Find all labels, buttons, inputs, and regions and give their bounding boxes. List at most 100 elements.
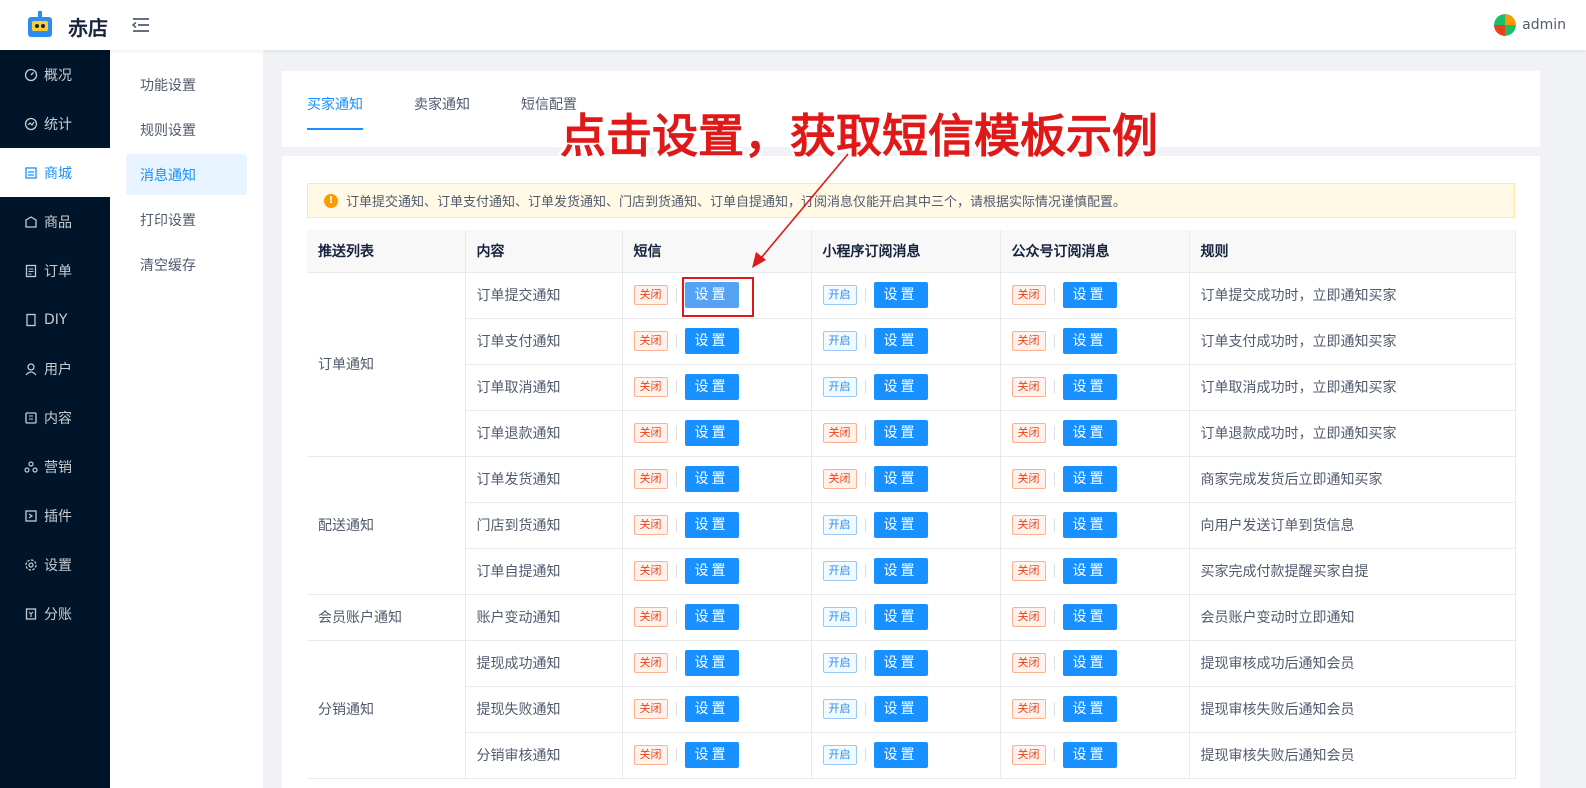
status-badge[interactable]: 关闭 [1011, 745, 1046, 765]
content-cell: 门店到货通知 [465, 502, 623, 549]
tab-buyer-notify[interactable]: 买家通知 [307, 94, 363, 130]
setting-button[interactable]: 设置 [684, 512, 739, 538]
setting-button[interactable]: 设置 [873, 742, 928, 768]
official-account-cell: 关闭 设置 [1000, 594, 1190, 641]
status-badge[interactable]: 关闭 [1011, 423, 1046, 443]
setting-button[interactable]: 设置 [684, 650, 739, 676]
status-badge[interactable]: 关闭 [633, 285, 668, 305]
setting-button[interactable]: 设置 [1062, 558, 1117, 584]
store-icon [24, 166, 38, 180]
status-badge[interactable]: 关闭 [633, 745, 668, 765]
divider [675, 610, 677, 624]
status-badge[interactable]: 关闭 [1011, 561, 1046, 581]
status-badge[interactable]: 关闭 [1011, 469, 1046, 489]
status-badge[interactable]: 开启 [822, 331, 857, 351]
status-badge[interactable]: 关闭 [822, 423, 857, 443]
status-badge[interactable]: 关闭 [633, 653, 668, 673]
gear-icon [24, 558, 38, 572]
status-badge[interactable]: 关闭 [633, 331, 668, 351]
setting-button[interactable]: 设置 [1062, 420, 1117, 446]
tab-seller-notify[interactable]: 卖家通知 [414, 94, 470, 130]
submenu-item-notifications[interactable]: 消息通知 [126, 154, 247, 195]
submenu-item-rule-settings[interactable]: 规则设置 [126, 109, 247, 150]
setting-button[interactable]: 设置 [684, 328, 739, 354]
setting-button[interactable]: 设置 [684, 420, 739, 446]
sidebar-item-marketing[interactable]: 营销 [0, 442, 110, 491]
submenu-item-print-settings[interactable]: 打印设置 [126, 199, 247, 240]
setting-button[interactable]: 设置 [1062, 328, 1117, 354]
status-badge[interactable]: 开启 [822, 561, 857, 581]
setting-button[interactable]: 设置 [873, 604, 928, 630]
setting-button[interactable]: 设置 [1062, 282, 1117, 308]
setting-button[interactable]: 设置 [1062, 650, 1117, 676]
setting-button[interactable]: 设置 [684, 558, 739, 584]
status-badge[interactable]: 关闭 [1011, 377, 1046, 397]
setting-button[interactable]: 设置 [873, 650, 928, 676]
status-badge[interactable]: 关闭 [633, 423, 668, 443]
rule-cell: 商家完成发货后立即通知买家 [1189, 456, 1516, 503]
sidebar-item-store[interactable]: 商城 [0, 148, 110, 197]
divider [864, 656, 866, 670]
sidebar-item-plugins[interactable]: 插件 [0, 491, 110, 540]
setting-button[interactable]: 设置 [684, 466, 739, 492]
status-badge[interactable]: 开启 [822, 377, 857, 397]
setting-button[interactable]: 设置 [1062, 374, 1117, 400]
status-badge[interactable]: 关闭 [633, 561, 668, 581]
status-badge[interactable]: 关闭 [633, 607, 668, 627]
status-badge[interactable]: 关闭 [1011, 607, 1046, 627]
divider [1053, 334, 1055, 348]
status-badge[interactable]: 关闭 [1011, 653, 1046, 673]
status-badge[interactable]: 关闭 [633, 699, 668, 719]
setting-button[interactable]: 设置 [873, 420, 928, 446]
setting-button[interactable]: 设置 [873, 512, 928, 538]
setting-button[interactable]: 设置 [873, 328, 928, 354]
setting-button[interactable]: 设置 [873, 696, 928, 722]
status-badge[interactable]: 关闭 [633, 469, 668, 489]
user-menu[interactable]: admin [1494, 14, 1566, 36]
status-badge[interactable]: 开启 [822, 653, 857, 673]
setting-button[interactable]: 设置 [1062, 742, 1117, 768]
setting-button[interactable]: 设置 [684, 742, 739, 768]
setting-button[interactable]: 设置 [684, 604, 739, 630]
submenu-item-function-settings[interactable]: 功能设置 [126, 64, 247, 105]
setting-button[interactable]: 设置 [1062, 696, 1117, 722]
setting-button[interactable]: 设置 [684, 374, 739, 400]
setting-button[interactable]: 设置 [873, 374, 928, 400]
submenu-item-clear-cache[interactable]: 清空缓存 [126, 244, 247, 285]
divider [1053, 288, 1055, 302]
setting-button[interactable]: 设置 [873, 282, 928, 308]
status-badge[interactable]: 关闭 [1011, 285, 1046, 305]
setting-button[interactable]: 设置 [1062, 604, 1117, 630]
sidebar-item-stats[interactable]: 统计 [0, 99, 110, 148]
status-badge[interactable]: 关闭 [1011, 699, 1046, 719]
setting-button[interactable]: 设置 [873, 558, 928, 584]
sidebar-item-content[interactable]: 内容 [0, 393, 110, 442]
status-badge[interactable]: 开启 [822, 285, 857, 305]
sidebar-item-overview[interactable]: 概况 [0, 50, 110, 99]
menu-collapse-icon[interactable] [131, 15, 151, 35]
sidebar-item-goods[interactable]: 商品 [0, 197, 110, 246]
status-badge[interactable]: 关闭 [633, 377, 668, 397]
status-badge[interactable]: 开启 [822, 745, 857, 765]
status-badge[interactable]: 关闭 [1011, 515, 1046, 535]
sidebar-item-settings[interactable]: 设置 [0, 540, 110, 589]
status-badge[interactable]: 关闭 [633, 515, 668, 535]
content-cell: 订单提交通知 [465, 272, 623, 319]
setting-button[interactable]: 设置 [1062, 512, 1117, 538]
sidebar-item-ledger[interactable]: 分账 [0, 589, 110, 638]
setting-button[interactable]: 设置 [873, 466, 928, 492]
status-badge[interactable]: 关闭 [822, 469, 857, 489]
logo-icon[interactable] [26, 9, 54, 39]
col-header-push-list: 推送列表 [307, 230, 466, 273]
setting-button[interactable]: 设置 [684, 696, 739, 722]
status-badge[interactable]: 开启 [822, 607, 857, 627]
sidebar-item-users[interactable]: 用户 [0, 344, 110, 393]
status-badge[interactable]: 关闭 [1011, 331, 1046, 351]
setting-button[interactable]: 设置 [1062, 466, 1117, 492]
status-badge[interactable]: 开启 [822, 515, 857, 535]
status-badge[interactable]: 开启 [822, 699, 857, 719]
sidebar-item-orders[interactable]: 订单 [0, 246, 110, 295]
sidebar-item-diy[interactable]: DIY [0, 295, 110, 344]
miniprogram-cell: 开启 设置 [811, 548, 1001, 595]
official-account-cell: 关闭 设置 [1000, 640, 1190, 687]
